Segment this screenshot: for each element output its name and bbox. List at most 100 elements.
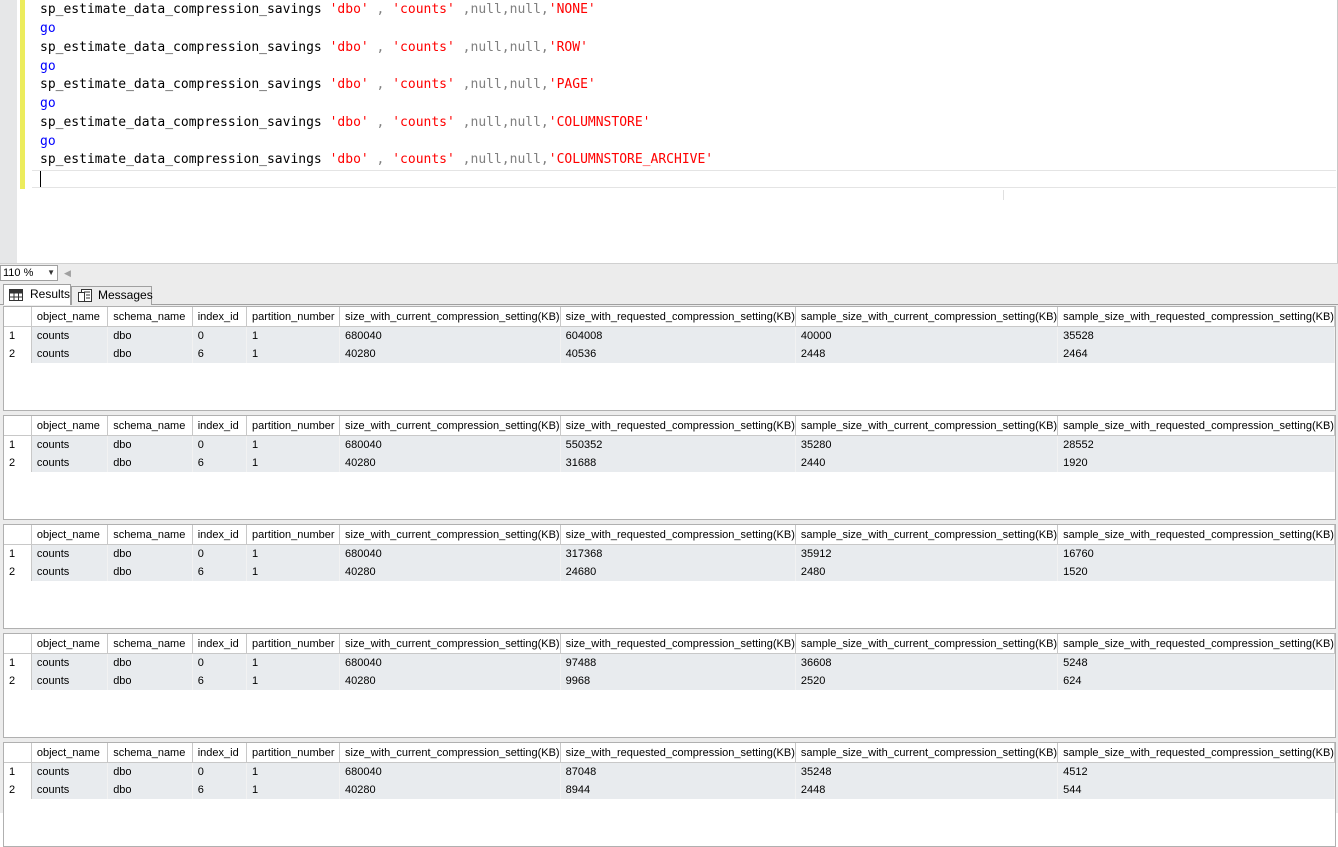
table-cell[interactable]: 1 [246, 762, 340, 781]
table-cell[interactable]: 6 [192, 345, 248, 363]
grid-corner[interactable] [4, 525, 32, 545]
table-cell[interactable]: 2448 [795, 345, 1059, 363]
row-number[interactable]: 2 [4, 781, 32, 799]
table-cell[interactable]: 8944 [560, 781, 796, 799]
table-cell[interactable]: 1 [246, 563, 340, 581]
table-cell[interactable]: dbo [107, 454, 193, 472]
table-row[interactable]: 1 counts dbo 0 1 680040 604008 40000 35528 [4, 326, 1335, 345]
table-row[interactable]: 2 counts dbo 6 1 40280 31688 2440 1920 [4, 454, 1335, 472]
table-cell[interactable]: counts [31, 454, 109, 472]
column-header[interactable]: partition_number [246, 416, 340, 436]
row-number[interactable]: 2 [4, 563, 32, 581]
go-line[interactable]: go [40, 20, 56, 38]
column-header[interactable]: sample_size_with_requested_compression_s… [1057, 416, 1335, 436]
column-header[interactable]: object_name [31, 416, 109, 436]
code-line[interactable]: sp_estimate_data_compression_savings 'db… [40, 39, 588, 57]
table-cell[interactable]: 40280 [339, 781, 561, 799]
column-header[interactable]: size_with_requested_compression_setting(… [560, 743, 796, 763]
column-header[interactable]: partition_number [246, 743, 340, 763]
query-editor[interactable]: sp_estimate_data_compression_savings 'db… [0, 0, 1338, 263]
column-header[interactable]: sample_size_with_requested_compression_s… [1057, 307, 1335, 327]
table-cell[interactable]: 36608 [795, 653, 1059, 672]
column-header[interactable]: size_with_current_compression_setting(KB… [339, 525, 561, 545]
table-cell[interactable]: 31688 [560, 454, 796, 472]
table-cell[interactable]: 6 [192, 781, 248, 799]
table-cell[interactable]: 6 [192, 563, 248, 581]
table-row[interactable]: 1 counts dbo 0 1 680040 97488 36608 5248 [4, 653, 1335, 672]
column-header[interactable]: object_name [31, 307, 109, 327]
column-header[interactable]: size_with_current_compression_setting(KB… [339, 743, 561, 763]
table-cell[interactable]: counts [31, 672, 109, 690]
go-line[interactable]: go [40, 133, 56, 151]
table-cell[interactable]: dbo [107, 563, 193, 581]
result-grid[interactable]: object_name schema_name index_id partition_… [3, 633, 1336, 738]
result-grid[interactable]: object_name schema_name index_id partition_… [3, 306, 1336, 411]
table-cell[interactable]: counts [31, 653, 109, 672]
table-cell[interactable]: 40280 [339, 345, 561, 363]
result-grid[interactable]: object_name schema_name index_id partition_… [3, 742, 1336, 847]
table-cell[interactable]: 0 [192, 435, 248, 454]
column-header[interactable]: schema_name [107, 416, 193, 436]
table-cell[interactable]: counts [31, 435, 109, 454]
zoom-select[interactable]: 110 % ▼ [0, 265, 58, 281]
table-cell[interactable]: 1520 [1057, 563, 1335, 581]
table-cell[interactable]: dbo [107, 762, 193, 781]
table-cell[interactable]: 40280 [339, 563, 561, 581]
table-cell[interactable]: dbo [107, 672, 193, 690]
table-row[interactable]: 2 counts dbo 6 1 40280 40536 2448 2464 [4, 345, 1335, 363]
column-header[interactable]: index_id [192, 525, 248, 545]
column-header[interactable]: object_name [31, 525, 109, 545]
tab-messages[interactable]: Messages [71, 286, 153, 305]
table-cell[interactable]: dbo [107, 435, 193, 454]
table-row[interactable]: 2 counts dbo 6 1 40280 8944 2448 544 [4, 781, 1335, 799]
result-grid[interactable]: object_name schema_name index_id partition_… [3, 524, 1336, 629]
table-cell[interactable]: dbo [107, 653, 193, 672]
row-number[interactable]: 2 [4, 454, 32, 472]
result-grid[interactable]: object_name schema_name index_id partition_… [3, 415, 1336, 520]
table-cell[interactable]: 0 [192, 762, 248, 781]
column-header[interactable]: sample_size_with_requested_compression_s… [1057, 525, 1335, 545]
table-cell[interactable]: 1 [246, 454, 340, 472]
column-header[interactable]: partition_number [246, 634, 340, 654]
table-cell[interactable]: 40280 [339, 454, 561, 472]
table-cell[interactable]: 28552 [1057, 435, 1335, 454]
column-header[interactable]: size_with_current_compression_setting(KB… [339, 634, 561, 654]
grid-corner[interactable] [4, 416, 32, 436]
column-header[interactable]: sample_size_with_requested_compression_s… [1057, 634, 1335, 654]
table-cell[interactable]: 97488 [560, 653, 796, 672]
table-cell[interactable]: dbo [107, 326, 193, 345]
column-header[interactable]: sample_size_with_current_compression_set… [795, 416, 1059, 436]
row-number[interactable]: 1 [4, 762, 32, 781]
table-cell[interactable]: 624 [1057, 672, 1335, 690]
column-header[interactable]: size_with_requested_compression_setting(… [560, 525, 796, 545]
table-cell[interactable]: 680040 [339, 544, 561, 563]
column-header[interactable]: size_with_requested_compression_setting(… [560, 634, 796, 654]
table-cell[interactable]: counts [31, 762, 109, 781]
table-cell[interactable]: 16760 [1057, 544, 1335, 563]
table-cell[interactable]: 1 [246, 345, 340, 363]
column-header[interactable]: partition_number [246, 307, 340, 327]
column-header[interactable]: object_name [31, 743, 109, 763]
grid-corner[interactable] [4, 743, 32, 763]
table-cell[interactable]: counts [31, 781, 109, 799]
column-header[interactable]: sample_size_with_current_compression_set… [795, 525, 1059, 545]
table-cell[interactable]: 680040 [339, 653, 561, 672]
table-cell[interactable]: 2520 [795, 672, 1059, 690]
table-cell[interactable]: 9968 [560, 672, 796, 690]
row-number[interactable]: 2 [4, 345, 32, 363]
table-cell[interactable]: 1 [246, 672, 340, 690]
code-line[interactable]: sp_estimate_data_compression_savings 'db… [40, 76, 596, 94]
table-row[interactable]: 1 counts dbo 0 1 680040 87048 35248 4512 [4, 762, 1335, 781]
row-number[interactable]: 1 [4, 435, 32, 454]
table-cell[interactable]: 2448 [795, 781, 1059, 799]
table-row[interactable]: 2 counts dbo 6 1 40280 9968 2520 624 [4, 672, 1335, 690]
table-row[interactable]: 1 counts dbo 0 1 680040 550352 35280 28552 [4, 435, 1335, 454]
code-line[interactable]: sp_estimate_data_compression_savings 'db… [40, 1, 596, 19]
table-cell[interactable]: 6 [192, 672, 248, 690]
column-header[interactable]: size_with_requested_compression_setting(… [560, 307, 796, 327]
row-number[interactable]: 1 [4, 544, 32, 563]
table-cell[interactable]: 35248 [795, 762, 1059, 781]
column-header[interactable]: index_id [192, 743, 248, 763]
table-cell[interactable]: 6 [192, 454, 248, 472]
table-cell[interactable]: dbo [107, 345, 193, 363]
